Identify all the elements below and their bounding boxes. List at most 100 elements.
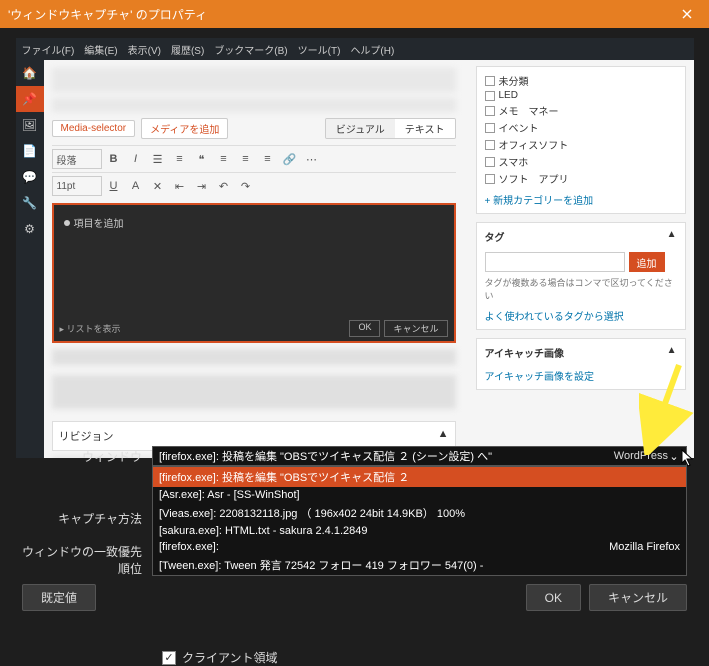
link-icon: 🔗 [280,149,300,169]
properties-controls: ウィンドウ [firefox.exe]: 投稿を編集 "OBSでツイキャス配信 … [22,446,687,666]
tag-input [485,252,625,272]
wp-admin-sidebar: 🏠 📌 🖼 📄 💬 🔧 ⚙ [16,60,44,458]
footer-buttons: 既定値 OK キャンセル [22,584,687,611]
indent-icon: ⇤ [170,176,190,196]
collapse-caret-icon: ▲ [667,345,677,360]
clear-icon: ✕ [148,176,168,196]
cat-item: LED [485,90,677,101]
align-right-icon: ≡ [258,149,278,169]
sidebar-icon-posts: 📌 [16,86,44,112]
titlebar: 'ウィンドウキャプチャ' のプロパティ [0,0,709,28]
dropdown-option[interactable]: [sakura.exe]: HTML.txt - sakura 2.4.1.28… [153,523,686,539]
cat-item: 未分類 [485,73,677,88]
tags-panel: タグ ▲ 追加 タグが複数ある場合はコンマで区切ってください よく使われているタグ… [476,222,686,330]
tab-visual: ビジュアル [326,119,395,138]
collapse-caret-icon: ▲ [438,428,449,444]
align-center-icon: ≡ [236,149,256,169]
sidebar-icon: 🏠 [16,60,44,86]
ok-button[interactable]: OK [526,584,581,611]
close-icon [682,9,692,19]
blurred-status [52,349,456,365]
set-featured-link: アイキャッチ画像を設定 [485,368,677,383]
tag-note: タグが複数ある場合はコンマで区切ってください [485,276,677,302]
firefox-menubar: ファイル(F) 編集(E) 表示(V) 履歴(S) ブックマーク(B) ツール(… [16,38,694,60]
cat-item: メモ マネー [485,103,677,118]
menu-item: ツール(T) [298,42,341,57]
chevron-down-icon: ⌄ [668,450,680,463]
blurred-row [52,375,456,409]
dropdown-option[interactable]: [Asr.exe]: Asr - [SS-WinShot] [153,487,686,503]
sidebar-icon: 📄 [16,138,44,164]
redo-icon: ↷ [236,176,256,196]
editor-ok: OK [349,320,380,337]
paragraph-select: 段落 [52,149,102,169]
menu-item: ブックマーク(B) [214,42,287,57]
cat-item: イベント [485,120,677,135]
revision-title: リビジョン [59,428,114,444]
undo-icon: ↶ [214,176,234,196]
tags-title: タグ [485,229,505,244]
wp-side-panels: 未分類 LED メモ マネー イベント オフィスソフト スマホ ソフト アプリ … [476,66,686,398]
window-select-value: [firefox.exe]: 投稿を編集 "OBSでツイキャス配信 ２ (シーン… [159,448,544,464]
collapse-caret-icon: ▲ [667,229,677,244]
categories-panel: 未分類 LED メモ マネー イベント オフィスソフト スマホ ソフト アプリ … [476,66,686,214]
featured-title: アイキャッチ画像 [485,345,565,360]
menu-item: 表示(V) [128,42,161,57]
client-area-row: ✓ クライアント領域 [22,643,687,666]
ol-icon: ≡ [170,149,190,169]
cat-item: オフィスソフト [485,137,677,152]
ul-icon: ☰ [148,149,168,169]
cat-item: スマホ [485,154,677,169]
more-icon: ⋯ [302,149,322,169]
window-select-dropdown: [firefox.exe]: 投稿を編集 "OBSでツイキャス配信 ２ [Asr… [152,466,687,576]
menu-item: ファイル(F) [22,42,75,57]
window-select[interactable]: [firefox.exe]: 投稿を編集 "OBSでツイキャス配信 ２ (シーン… [152,446,687,466]
bold-icon: B [104,149,124,169]
media-button-row: Media-selector メディアを追加 ビジュアル テキスト [52,118,456,139]
add-category-link: + 新規カテゴリーを追加 [485,192,677,207]
add-tag-button: 追加 [629,252,665,272]
blurred-permalink-row [52,98,456,112]
menu-item: 履歴(S) [171,42,204,57]
media-selector-button: Media-selector [52,120,136,137]
sidebar-icon: 💬 [16,164,44,190]
list-label: ▸ リストを表示 [60,322,121,335]
align-left-icon: ≡ [214,149,234,169]
editor-toolbar-2: 11pt U A ✕ ⇤ ⇥ ↶ ↷ [52,172,456,199]
preview-area: ファイル(F) 編集(E) 表示(V) 履歴(S) ブックマーク(B) ツール(… [16,38,694,458]
wp-editor-main: Media-selector メディアを追加 ビジュアル テキスト 段落 B I… [44,60,464,458]
text-color-icon: A [126,176,146,196]
cursor-icon [681,449,695,470]
window-label: ウィンドウ [22,446,152,465]
editor-add-item: 項目を追加 [60,211,448,234]
window-title: 'ウィンドウキャプチャ' のプロパティ [8,6,673,23]
client-area-label: クライアント領域 [182,649,278,666]
captured-window-preview: ファイル(F) 編集(E) 表示(V) 履歴(S) ブックマーク(B) ツール(… [16,38,694,458]
defaults-button[interactable]: 既定値 [22,584,96,611]
featured-image-panel: アイキャッチ画像 ▲ アイキャッチ画像を設定 [476,338,686,390]
font-size-select: 11pt [52,176,102,196]
editor-content-block: 項目を追加 ▸ リストを表示 OK キャンセル [52,203,456,343]
sidebar-icon: ⚙ [16,216,44,242]
sidebar-icon: 🔧 [16,190,44,216]
editor-view-tabs: ビジュアル テキスト [325,118,456,139]
client-area-checkbox[interactable]: ✓ [162,651,176,665]
menu-item: 編集(E) [84,42,117,57]
dropdown-option[interactable]: [Tween.exe]: Tween 発言 72542 フォロー 419 フォロ… [153,555,686,575]
cancel-button[interactable]: キャンセル [589,584,687,611]
tab-text: テキスト [395,119,455,138]
popular-tags-link: よく使われているタグから選択 [485,308,677,323]
add-media-button: メディアを追加 [141,118,228,139]
blurred-title-row [52,68,456,92]
dropdown-option[interactable]: [firefox.exe]: 投稿を編集 "OBSでツイキャス配信 ２ [153,467,686,487]
italic-icon: I [126,149,146,169]
underline-icon: U [104,176,124,196]
dropdown-option[interactable]: [Vieas.exe]: 2208132118.jpg （ 196x402 24… [153,503,686,523]
menu-item: ヘルプ(H) [350,42,394,57]
editor-cancel: キャンセル [384,320,447,337]
cat-item: ソフト アプリ [485,171,677,186]
quote-icon: ❝ [192,149,212,169]
editor-toolbar-1: 段落 B I ☰ ≡ ❝ ≡ ≡ ≡ 🔗 ⋯ [52,145,456,172]
close-button[interactable] [673,0,701,28]
dropdown-option[interactable]: [firefox.exe]: Mozilla Firefox [153,539,686,555]
